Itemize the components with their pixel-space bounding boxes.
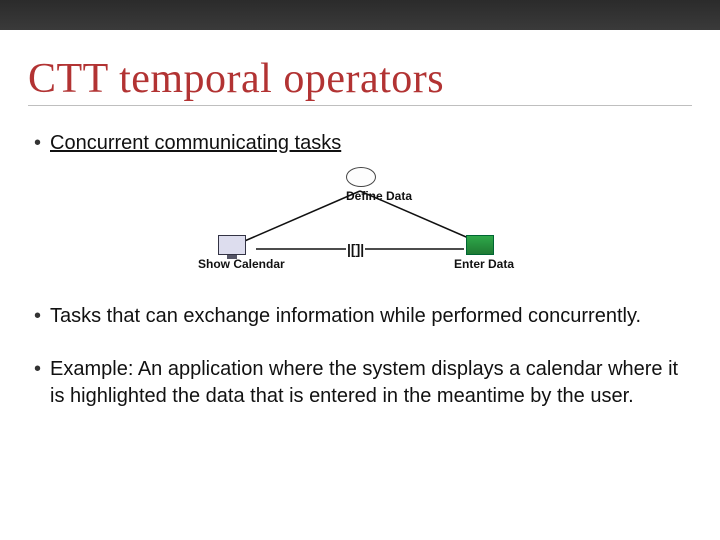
spacer xyxy=(28,338,692,356)
bullet-item-1: Concurrent communicating tasks xyxy=(34,130,682,157)
left-node: Show Calendar xyxy=(218,235,285,271)
window-top-bar xyxy=(0,0,720,30)
slide-title: CTT temporal operators xyxy=(28,55,692,103)
bullet-3-text: Example: An application where the system… xyxy=(50,358,678,407)
left-label: Show Calendar xyxy=(198,257,285,271)
slide-body: CTT temporal operators Concurrent commun… xyxy=(0,45,720,540)
right-node: Enter Data xyxy=(466,235,514,271)
root-node: Define Data xyxy=(346,167,412,203)
bullet-item-2: Tasks that can exchange information whil… xyxy=(34,303,682,330)
bullet-item-3: Example: An application where the system… xyxy=(34,356,682,410)
cloud-icon xyxy=(346,167,376,187)
bullet-1-text: Concurrent communicating tasks xyxy=(50,132,341,154)
bullet-list: Concurrent communicating tasks xyxy=(34,130,682,157)
monitor-icon xyxy=(218,235,246,255)
bullet-list-2: Tasks that can exchange information whil… xyxy=(34,303,682,330)
bullet-2-text: Tasks that can exchange information whil… xyxy=(50,305,641,327)
interaction-icon xyxy=(466,235,494,255)
bullet-list-3: Example: An application where the system… xyxy=(34,356,682,410)
root-label: Define Data xyxy=(346,189,412,203)
operator-label: |[]| xyxy=(346,241,365,257)
ctt-diagram: Define Data Show Calendar Enter Data |[]… xyxy=(170,165,550,285)
right-label: Enter Data xyxy=(454,257,514,271)
title-underline xyxy=(28,105,692,106)
